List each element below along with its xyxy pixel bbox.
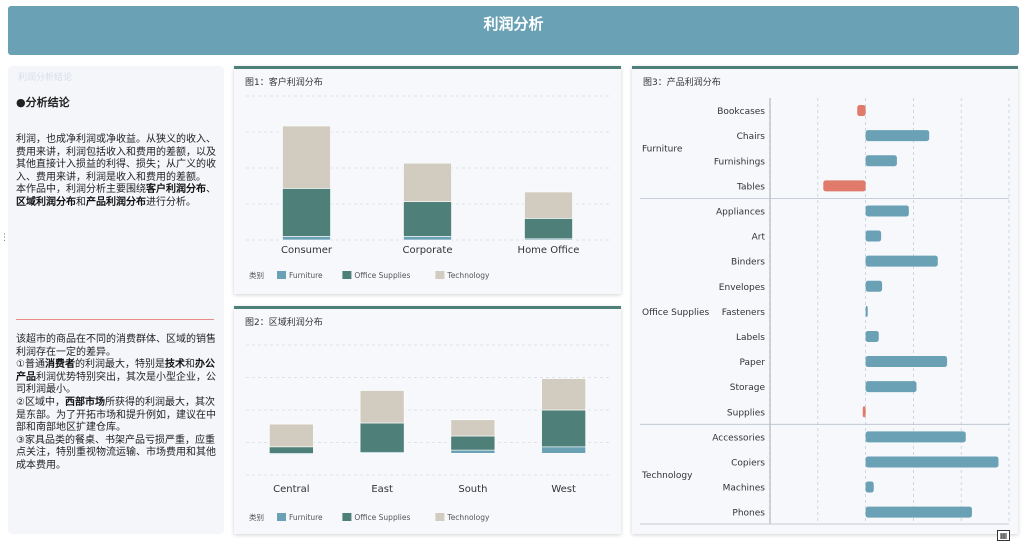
product-bar [865, 456, 999, 468]
product-profit-chart: Bookcases Chairs Furnishings Tables Furnitur… [640, 98, 1010, 525]
subcategory-label: Paper [740, 358, 766, 368]
legend-swatch [277, 513, 286, 521]
bar-furniture [403, 236, 452, 241]
product-bar [865, 356, 948, 368]
group-label: Office Supplies [642, 308, 710, 318]
subcategory-label: Art [752, 233, 766, 243]
subcategory-label: Binders [731, 258, 765, 268]
subcategory-label: Storage [730, 383, 766, 393]
region-profit-chart: Central East South West 类别 Furniture Office Su… [246, 344, 609, 522]
legend-title: 类别 [249, 270, 264, 280]
legend-label: Technology [446, 271, 490, 280]
subcategory-label: Labels [736, 333, 765, 343]
product-bar [865, 130, 930, 142]
page-title: 利润分析 [483, 15, 544, 33]
bar-technology [541, 378, 586, 411]
customer-profit-chart: Consumer Corporate Home Office 类别 Furniture O… [246, 95, 609, 280]
product-bar [823, 180, 866, 192]
bar-technology [524, 191, 573, 219]
conclusion-heading: ●分析结论 [16, 96, 70, 109]
conclusion-panel: 利润分析结论 ●分析结论 利润，也成净利润或净收益。从狭义的收入、费用来讲，利润… [8, 66, 224, 534]
region-profit-card: 图2：区域利润分布 Central East South West 类别 Furnitur… [234, 306, 621, 534]
product-bar [865, 280, 883, 292]
product-bar [865, 230, 882, 242]
bar-furniture [450, 449, 496, 454]
subcategory-label: Furnishings [714, 157, 765, 167]
product-bar [862, 406, 866, 418]
subcategory-label: Accessories [712, 433, 765, 443]
product-bar [865, 155, 897, 167]
subcategory-label: Tables [736, 182, 765, 192]
category-label: East [371, 484, 393, 495]
bar-technology [359, 390, 405, 424]
category-label: South [458, 484, 487, 495]
legend-label: Office Supplies [354, 271, 410, 280]
product-bar [865, 330, 879, 342]
product-bar [865, 305, 868, 317]
bar-office-supplies [269, 446, 314, 454]
bar-office-supplies [282, 188, 331, 237]
product-bar [857, 105, 866, 117]
legend-swatch [342, 271, 352, 279]
findings-paragraph: 该超市的商品在不同的消费群体、区域的销售利润存在一定的差异。 ①普通消费者的利润最… [16, 334, 216, 471]
product-bar [865, 481, 874, 493]
subcategory-label: Machines [723, 484, 766, 494]
customer-profit-card: 图1：客户利润分布 Consumer Corporate Home Office 类别… [234, 66, 621, 294]
category-label: Home Office [518, 245, 580, 256]
legend-label: Technology [446, 513, 490, 522]
legend-swatch [435, 271, 445, 279]
bar-furniture [282, 236, 331, 241]
subcategory-label: Bookcases [717, 107, 765, 117]
product-bar [865, 431, 966, 443]
group-label: Technology [641, 471, 693, 481]
legend-title: 类别 [249, 512, 264, 522]
product-bar [865, 506, 972, 518]
category-label: Corporate [403, 245, 453, 256]
subcategory-label: Envelopes [719, 283, 766, 293]
intro-paragraph: 利润，也成净利润或净收益。从狭义的收入、费用来讲，利润包括收入和费用的差额，以及… [16, 134, 216, 208]
category-label: West [551, 484, 576, 495]
bar-technology [269, 423, 314, 448]
bar-office-supplies [359, 422, 405, 453]
subcategory-label: Fasteners [722, 308, 766, 318]
group-label: Furniture [642, 145, 683, 155]
bar-furniture [541, 446, 586, 454]
subcategory-label: Chairs [737, 132, 766, 142]
legend-swatch [435, 513, 445, 521]
bar-office-supplies [450, 435, 496, 451]
bar-office-supplies [524, 218, 573, 240]
bar-office-supplies [541, 409, 586, 448]
legend-label: Office Supplies [354, 513, 410, 522]
page-header: 利润分析 [8, 6, 1019, 55]
panel-faint-label: 利润分析结论 [18, 73, 73, 83]
bar-technology [450, 419, 496, 437]
legend-label: Furniture [289, 271, 323, 280]
subcategory-label: Copiers [731, 458, 765, 468]
subcategory-label: Supplies [727, 408, 765, 418]
table-view-icon[interactable]: ▦ [997, 530, 1010, 541]
product-bar [865, 381, 917, 393]
subcategory-label: Appliances [716, 207, 765, 217]
category-label: Central [273, 484, 309, 495]
category-label: Consumer [281, 245, 333, 256]
product-bar [865, 255, 938, 267]
legend-swatch [277, 271, 286, 279]
bar-office-supplies [403, 201, 452, 237]
product-bar [865, 205, 909, 217]
legend-swatch [342, 513, 352, 521]
bar-technology [282, 125, 331, 189]
legend-label: Furniture [289, 513, 323, 522]
bar-technology [403, 162, 452, 202]
subcategory-label: Phones [732, 509, 765, 519]
product-profit-card: 图3：产品利润分布 Bookcases Chairs Furnishings Tabl… [632, 66, 1018, 534]
section-divider [16, 319, 214, 320]
